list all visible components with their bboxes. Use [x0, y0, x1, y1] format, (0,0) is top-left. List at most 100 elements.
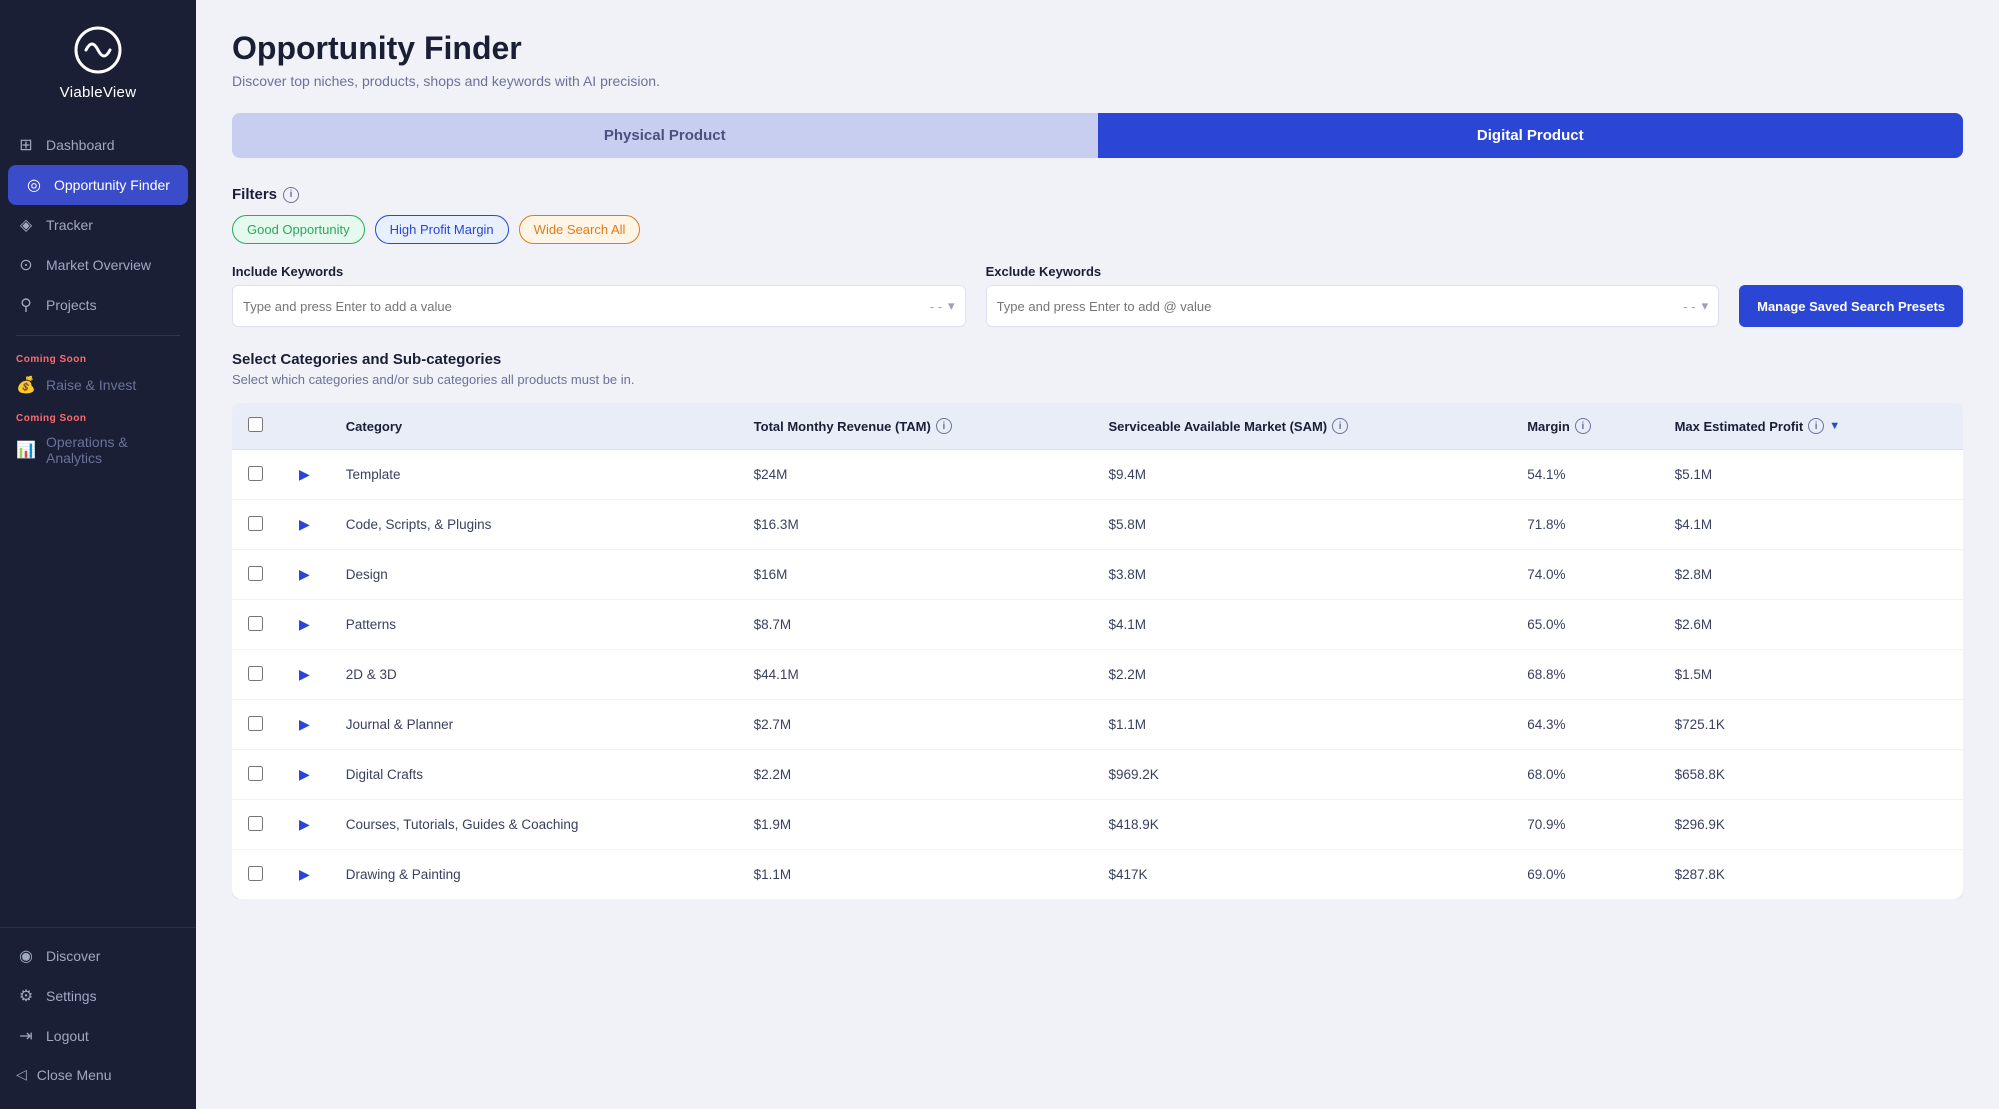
- sidebar-item-label: Market Overview: [46, 257, 151, 273]
- logo-icon: [72, 24, 124, 76]
- row-max-profit: $4.1M: [1659, 500, 1963, 550]
- th-margin: Margin i: [1511, 403, 1658, 450]
- sam-info-icon[interactable]: i: [1332, 418, 1348, 434]
- exclude-chevron-icon[interactable]: ▾: [1702, 298, 1709, 314]
- include-chevron-icon[interactable]: ▾: [948, 298, 955, 314]
- max-profit-info-icon[interactable]: i: [1808, 418, 1824, 434]
- th-max-profit[interactable]: Max Estimated Profit i ▼: [1659, 403, 1963, 450]
- chip-high-profit-margin[interactable]: High Profit Margin: [375, 215, 509, 244]
- row-expand-cell: ▶: [279, 450, 330, 500]
- row-checkbox-8[interactable]: [248, 866, 263, 881]
- chip-good-opportunity[interactable]: Good Opportunity: [232, 215, 365, 244]
- sidebar-item-discover[interactable]: ◉ Discover: [0, 936, 196, 976]
- filters-info-icon[interactable]: i: [283, 187, 299, 203]
- table-row: ▶ Design $16M $3.8M 74.0% $2.8M: [232, 550, 1963, 600]
- row-category: 2D & 3D: [330, 650, 738, 700]
- tab-physical-product[interactable]: Physical Product: [232, 113, 1098, 158]
- categories-section-header: Select Categories and Sub-categories Sel…: [232, 351, 1963, 387]
- row-expand-button-7[interactable]: ▶: [295, 814, 314, 835]
- row-max-profit: $658.8K: [1659, 750, 1963, 800]
- row-expand-button-6[interactable]: ▶: [295, 764, 314, 785]
- row-sam: $969.2K: [1092, 750, 1511, 800]
- row-checkbox-5[interactable]: [248, 716, 263, 731]
- exclude-keywords-input-wrap: - - ▾: [986, 285, 1720, 327]
- row-checkbox-6[interactable]: [248, 766, 263, 781]
- sidebar-item-tracker[interactable]: ◈ Tracker: [0, 205, 196, 245]
- row-expand-button-0[interactable]: ▶: [295, 464, 314, 485]
- coming-soon-raise-invest: Coming Soon 💰 Raise & Invest: [0, 346, 196, 405]
- sidebar-item-projects[interactable]: ⚲ Projects: [0, 285, 196, 325]
- row-checkbox-cell: [232, 650, 279, 700]
- sidebar-item-settings[interactable]: ⚙ Settings: [0, 976, 196, 1016]
- row-sam: $417K: [1092, 850, 1511, 900]
- sidebar-item-market-overview[interactable]: ⊙ Market Overview: [0, 245, 196, 285]
- row-sam: $3.8M: [1092, 550, 1511, 600]
- row-expand-cell: ▶: [279, 600, 330, 650]
- sidebar-item-label: Logout: [46, 1028, 89, 1044]
- row-checkbox-7[interactable]: [248, 816, 263, 831]
- row-checkbox-4[interactable]: [248, 666, 263, 681]
- coming-soon-operations: Coming Soon 📊 Operations & Analytics: [0, 405, 196, 476]
- row-checkbox-3[interactable]: [248, 616, 263, 631]
- chip-wide-search-all[interactable]: Wide Search All: [519, 215, 641, 244]
- row-checkbox-cell: [232, 750, 279, 800]
- row-expand-button-5[interactable]: ▶: [295, 714, 314, 735]
- coming-soon-label-raise: Coming Soon: [0, 346, 196, 365]
- categories-table-wrap: Category Total Monthy Revenue (TAM) i Se…: [232, 403, 1963, 899]
- row-checkbox-2[interactable]: [248, 566, 263, 581]
- sidebar-item-opportunity-finder[interactable]: ◎ Opportunity Finder: [8, 165, 188, 205]
- include-keywords-input[interactable]: [243, 299, 930, 314]
- sidebar-item-label: Dashboard: [46, 137, 115, 153]
- row-checkbox-0[interactable]: [248, 466, 263, 481]
- table-row: ▶ Digital Crafts $2.2M $969.2K 68.0% $65…: [232, 750, 1963, 800]
- tab-digital-product[interactable]: Digital Product: [1098, 113, 1964, 158]
- sidebar-divider: [16, 335, 180, 336]
- settings-icon: ⚙: [16, 986, 36, 1006]
- close-menu-button[interactable]: ◁ Close Menu: [0, 1056, 196, 1093]
- row-expand-button-3[interactable]: ▶: [295, 614, 314, 635]
- sidebar-item-raise-invest[interactable]: 💰 Raise & Invest: [0, 365, 196, 405]
- row-category: Drawing & Painting: [330, 850, 738, 900]
- row-margin: 69.0%: [1511, 850, 1658, 900]
- margin-info-icon[interactable]: i: [1575, 418, 1591, 434]
- market-overview-icon: ⊙: [16, 255, 36, 275]
- row-checkbox-1[interactable]: [248, 516, 263, 531]
- row-tam: $24M: [738, 450, 1093, 500]
- row-expand-button-4[interactable]: ▶: [295, 664, 314, 685]
- row-category: Digital Crafts: [330, 750, 738, 800]
- categories-title: Select Categories and Sub-categories: [232, 351, 1963, 368]
- row-max-profit: $725.1K: [1659, 700, 1963, 750]
- row-expand-button-1[interactable]: ▶: [295, 514, 314, 535]
- manage-saved-search-presets-button[interactable]: Manage Saved Search Presets: [1739, 285, 1963, 327]
- sidebar-item-label: Opportunity Finder: [54, 177, 170, 193]
- projects-icon: ⚲: [16, 295, 36, 315]
- exclude-keywords-input[interactable]: [997, 299, 1684, 314]
- select-all-checkbox[interactable]: [248, 417, 263, 432]
- sidebar-item-dashboard[interactable]: ⊞ Dashboard: [0, 125, 196, 165]
- sidebar-navigation: ⊞ Dashboard ◎ Opportunity Finder ◈ Track…: [0, 121, 196, 919]
- row-expand-button-8[interactable]: ▶: [295, 864, 314, 885]
- include-keywords-icons: - - ▾: [930, 298, 955, 314]
- row-tam: $1.1M: [738, 850, 1093, 900]
- sidebar-bottom: ◉ Discover ⚙ Settings ⇥ Logout ◁ Close M…: [0, 927, 196, 1109]
- page-subtitle: Discover top niches, products, shops and…: [232, 73, 1963, 89]
- row-expand-cell: ▶: [279, 550, 330, 600]
- tam-info-icon[interactable]: i: [936, 418, 952, 434]
- row-tam: $2.7M: [738, 700, 1093, 750]
- sidebar-item-operations-analytics[interactable]: 📊 Operations & Analytics: [0, 424, 196, 476]
- categories-table-container: Category Total Monthy Revenue (TAM) i Se…: [232, 403, 1963, 899]
- row-expand-button-2[interactable]: ▶: [295, 564, 314, 585]
- row-category: Template: [330, 450, 738, 500]
- discover-icon: ◉: [16, 946, 36, 966]
- sidebar-item-logout[interactable]: ⇥ Logout: [0, 1016, 196, 1056]
- table-row: ▶ Journal & Planner $2.7M $1.1M 64.3% $7…: [232, 700, 1963, 750]
- row-sam: $4.1M: [1092, 600, 1511, 650]
- row-tam: $1.9M: [738, 800, 1093, 850]
- keywords-row: Include Keywords - - ▾ Exclude Keywords …: [232, 264, 1963, 327]
- row-margin: 68.0%: [1511, 750, 1658, 800]
- row-max-profit: $1.5M: [1659, 650, 1963, 700]
- logo-text: ViableView: [60, 84, 137, 101]
- row-sam: $5.8M: [1092, 500, 1511, 550]
- categories-table: Category Total Monthy Revenue (TAM) i Se…: [232, 403, 1963, 899]
- row-checkbox-cell: [232, 500, 279, 550]
